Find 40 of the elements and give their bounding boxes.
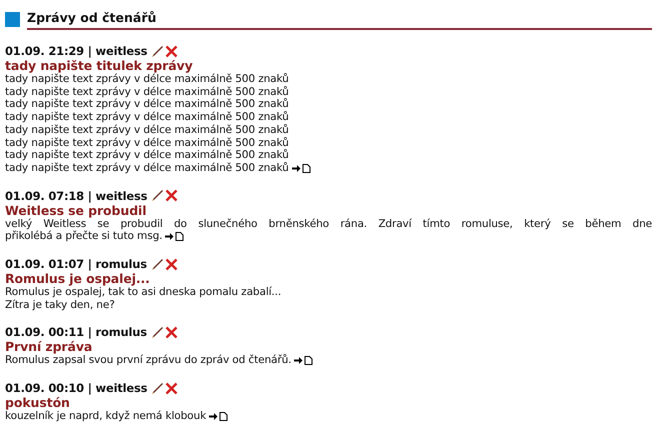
message-text: tady napište text zprávy v délce maximálně 500 znaků xyxy=(5,124,289,137)
message-title: Romulus je ospalej... xyxy=(5,271,151,286)
message-title: První zpráva xyxy=(5,339,94,354)
message-title: Weitless se probudil xyxy=(5,202,148,218)
message-text: velký Weitless se probudil do slunečného brněnského rána. Zdraví tímto romuluse, který se během dne xyxy=(5,218,652,230)
pencil-icon[interactable] xyxy=(151,382,164,395)
message-title: tady napište titulek zprávy xyxy=(5,58,194,73)
section-title: Zprávy od čtenářů xyxy=(27,9,652,30)
delete-icon[interactable] xyxy=(164,326,178,339)
message-text: Romulus zapsal svou první zprávu do zpráv od čtenářů. xyxy=(5,354,292,368)
message-meta: 01.09. 00:11 | romulus xyxy=(5,325,147,340)
message-meta: 01.09. 00:10 | weitless xyxy=(5,381,148,396)
pencil-icon[interactable] xyxy=(150,258,164,271)
message-text: tady napište text zprávy v délce maximálně 500 znaků xyxy=(5,162,289,175)
message-text: tady napište text zprávy v délce maximálně 500 znaků xyxy=(5,98,289,111)
message-text: přikolébá a přečte si tuto msg. xyxy=(5,230,162,244)
pencil-icon[interactable] xyxy=(150,326,164,339)
delete-icon[interactable] xyxy=(165,44,178,58)
read-more-icon[interactable] xyxy=(294,356,314,366)
read-more-icon[interactable] xyxy=(165,232,184,242)
message-meta: 01.09. 07:18 | weitless xyxy=(5,188,148,203)
message-text: tady napište text zprávy v délce maximálně 500 znaků xyxy=(5,149,289,162)
read-more-icon[interactable] xyxy=(292,164,311,173)
message-meta: 01.09. 01:07 | romulus xyxy=(5,257,147,272)
delete-icon[interactable] xyxy=(164,258,178,271)
pencil-icon[interactable] xyxy=(151,189,164,202)
message-text: tady napište text zprávy v délce maximálně 500 znaků xyxy=(5,111,289,124)
read-more-icon[interactable] xyxy=(209,412,228,421)
message-text: tady napište text zprávy v délce maximálně 500 znaků xyxy=(5,136,289,149)
message-text: Zítra je taky den, ne? xyxy=(5,298,115,312)
message-text: tady napište text zprávy v délce maximálně 500 znaků xyxy=(5,73,289,86)
pencil-icon[interactable] xyxy=(151,44,164,58)
message-meta: 01.09. 21:29 | weitless xyxy=(5,44,148,58)
square-icon xyxy=(5,12,20,27)
delete-icon[interactable] xyxy=(165,382,178,395)
message-title: pokustón xyxy=(5,395,71,410)
message-text: kouzelník je naprd, když nemá klobouk xyxy=(5,410,206,423)
delete-icon[interactable] xyxy=(165,189,178,202)
message-text: tady napište text zprávy v délce maximálně 500 znaků xyxy=(5,86,289,98)
message-text: Romulus je ospalej, tak to asi dneska pomalu zabalí... xyxy=(5,286,282,299)
